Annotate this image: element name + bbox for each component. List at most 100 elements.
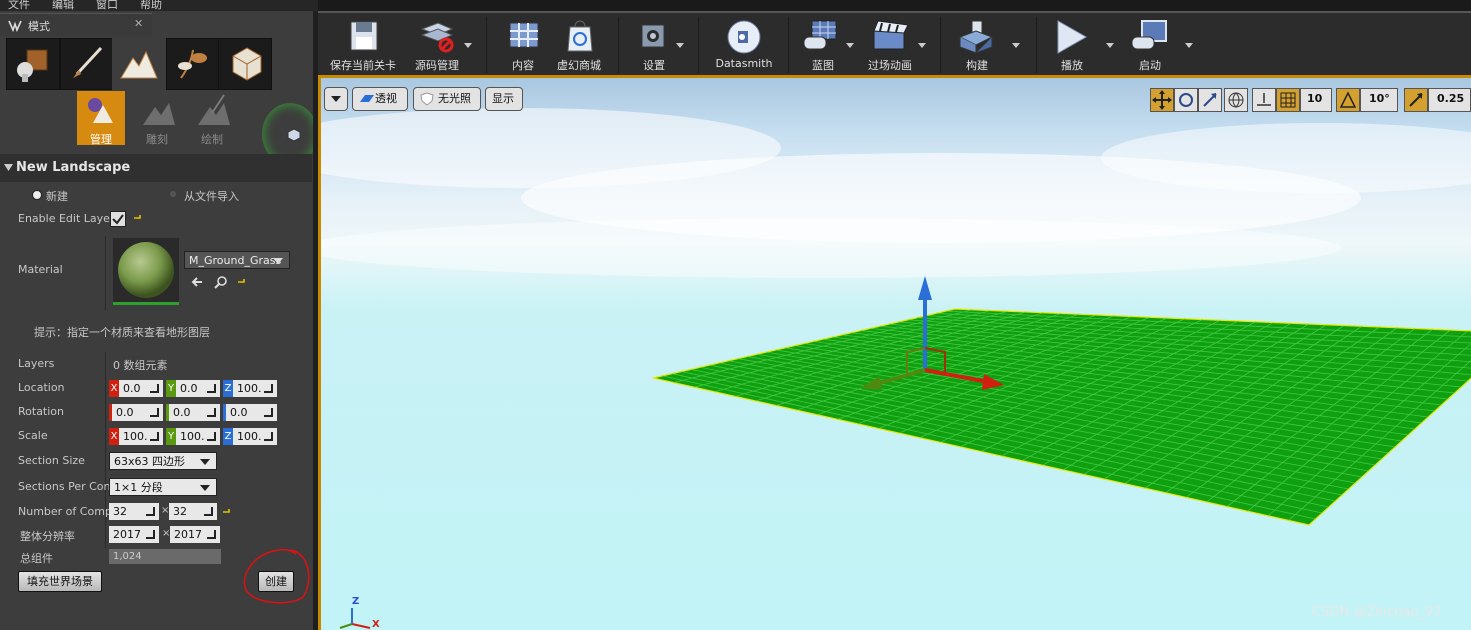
settings-label: 设置 xyxy=(643,59,665,72)
scale-y-field[interactable]: Y 100. xyxy=(166,428,220,445)
sections-per-component-dropdown[interactable]: 1×1 分段 xyxy=(109,478,217,496)
geometry-mode-button[interactable] xyxy=(218,38,272,90)
axis-z-label: Z xyxy=(223,380,233,397)
show-button[interactable]: 显示 xyxy=(485,87,523,111)
resolution-y-field[interactable]: 2017 xyxy=(170,526,220,543)
chevron-down-icon xyxy=(331,96,341,102)
small-cube-icon xyxy=(287,128,301,142)
scale-z-field[interactable]: Z 100. xyxy=(223,428,277,445)
cinematics-dropdown-icon[interactable] xyxy=(918,43,926,48)
rotation-x-field[interactable]: 0.0 xyxy=(109,404,163,421)
total-components-value: 1,024 xyxy=(109,549,221,564)
rotation-snap-toggle[interactable] xyxy=(1336,88,1360,112)
datasmith-icon xyxy=(727,20,761,54)
axis-y-label: Y xyxy=(166,380,176,397)
datasmith-button[interactable]: Datasmith xyxy=(708,13,780,75)
rotation-y-field[interactable]: 0.0 xyxy=(166,404,220,421)
browse-search-icon[interactable] xyxy=(214,275,228,289)
scale-icon xyxy=(1203,93,1217,107)
location-y-field[interactable]: Y 0.0 xyxy=(166,380,220,397)
scale-x-field[interactable]: X 100. xyxy=(109,428,163,445)
resolution-x-field[interactable]: 2017 xyxy=(109,526,159,543)
scale-mode-button[interactable] xyxy=(1198,88,1222,112)
fill-world-button[interactable]: 填充世界场景 xyxy=(18,571,102,592)
save-current-level-button[interactable]: 保存当前关卡 xyxy=(322,13,404,75)
reset-default-icon[interactable] xyxy=(236,277,246,287)
modes-tab[interactable]: 模式 ✕ xyxy=(0,13,152,36)
play-dropdown-icon[interactable] xyxy=(1106,43,1114,48)
location-z-field[interactable]: Z 100. xyxy=(223,380,277,397)
menu-file[interactable]: 文件 xyxy=(8,0,30,11)
unreal-logo-icon xyxy=(8,20,22,32)
section-size-dropdown[interactable]: 63x63 四边形 xyxy=(109,452,217,470)
view-mode-button[interactable]: 无光照 xyxy=(413,87,481,111)
perspective-label: 透视 xyxy=(375,92,397,105)
rotation-snap-value[interactable]: 10° xyxy=(1360,88,1398,112)
menu-bar: 文件 编辑 窗口 帮助 xyxy=(0,0,318,11)
landscape-mode-button[interactable] xyxy=(112,38,166,90)
launch-dropdown-icon[interactable] xyxy=(1185,43,1193,48)
subtool-sculpt[interactable]: 雕刻 xyxy=(133,91,181,146)
settings-button[interactable]: 设置 xyxy=(628,13,680,75)
reset-default-icon[interactable] xyxy=(132,213,142,223)
content-button[interactable]: 内容 xyxy=(498,13,548,75)
axis-x-letter: X xyxy=(372,619,380,630)
menu-help[interactable]: 帮助 xyxy=(140,0,162,11)
blueprints-label: 蓝图 xyxy=(812,59,834,72)
source-control-dropdown-icon[interactable] xyxy=(464,43,472,48)
rotation-z-field[interactable]: 0.0 xyxy=(223,404,277,421)
foliage-mode-button[interactable] xyxy=(166,38,220,90)
gizmo-x-arrow xyxy=(982,374,1004,390)
gizmo-y-axis xyxy=(875,368,926,386)
grid-snap-toggle[interactable] xyxy=(1276,88,1300,112)
settings-dropdown-icon[interactable] xyxy=(676,43,684,48)
components-x-field[interactable]: 32 xyxy=(109,503,159,520)
world-local-toggle[interactable] xyxy=(1224,88,1248,112)
material-hint: 提示：指定一个材质来查看地形图层 xyxy=(34,326,210,339)
build-button[interactable]: 构建 xyxy=(950,13,1004,75)
menu-window[interactable]: 窗口 xyxy=(96,0,118,11)
paint-mode-button[interactable] xyxy=(60,38,114,90)
surface-snap-icon xyxy=(1257,93,1271,106)
marketplace-button[interactable]: 虚幻商城 xyxy=(548,13,610,75)
new-radio[interactable] xyxy=(32,190,42,200)
close-icon[interactable]: ✕ xyxy=(134,17,143,30)
play-button[interactable]: 播放 xyxy=(1044,13,1100,75)
build-dropdown-icon[interactable] xyxy=(1012,43,1020,48)
cinematics-button[interactable]: 过场动画 xyxy=(860,13,920,75)
import-radio[interactable] xyxy=(170,191,176,197)
total-components-label: 总组件 xyxy=(20,552,53,565)
menu-edit[interactable]: 编辑 xyxy=(52,0,74,11)
place-icon xyxy=(17,49,48,82)
geometry-cube-icon xyxy=(232,47,262,81)
sections-per-component-label: Sections Per Con xyxy=(18,480,111,493)
components-y-field[interactable]: 32 xyxy=(169,503,217,520)
use-selected-arrow-icon[interactable] xyxy=(190,275,204,289)
subtool-sculpt-label: 雕刻 xyxy=(146,133,168,146)
viewport-options-button[interactable] xyxy=(324,87,348,111)
blueprints-dropdown-icon[interactable] xyxy=(846,43,854,48)
subtool-paint[interactable]: 绘制 xyxy=(188,91,236,146)
enable-edit-layer-checkbox[interactable] xyxy=(110,211,126,227)
material-dropdown[interactable]: M_Ground_Grass xyxy=(184,251,290,269)
rotate-mode-button[interactable] xyxy=(1174,88,1198,112)
content-label: 内容 xyxy=(512,59,534,72)
cinematics-label: 过场动画 xyxy=(868,59,912,72)
blueprints-button[interactable]: 蓝图 xyxy=(796,13,850,75)
material-thumbnail[interactable] xyxy=(113,238,179,305)
grid-snap-value[interactable]: 10 xyxy=(1300,88,1332,112)
reset-default-icon[interactable] xyxy=(221,507,231,517)
scale-snap-toggle[interactable] xyxy=(1404,88,1428,112)
subtool-manage[interactable]: 管理 xyxy=(77,91,125,146)
source-control-button[interactable]: 源码管理 xyxy=(406,13,468,75)
transform-gizmo[interactable] xyxy=(850,270,1020,400)
toolbar-separator xyxy=(788,17,789,73)
place-mode-button[interactable] xyxy=(6,38,60,90)
surface-snapping-button[interactable] xyxy=(1252,88,1276,112)
launch-button[interactable]: 启动 xyxy=(1120,13,1180,75)
new-landscape-section-header[interactable]: New Landscape xyxy=(0,154,312,182)
translate-mode-button[interactable] xyxy=(1150,88,1174,112)
perspective-button[interactable]: 透视 xyxy=(352,87,408,111)
location-x-field[interactable]: X 0.0 xyxy=(109,380,163,397)
scale-snap-value[interactable]: 0.25 xyxy=(1428,88,1471,112)
